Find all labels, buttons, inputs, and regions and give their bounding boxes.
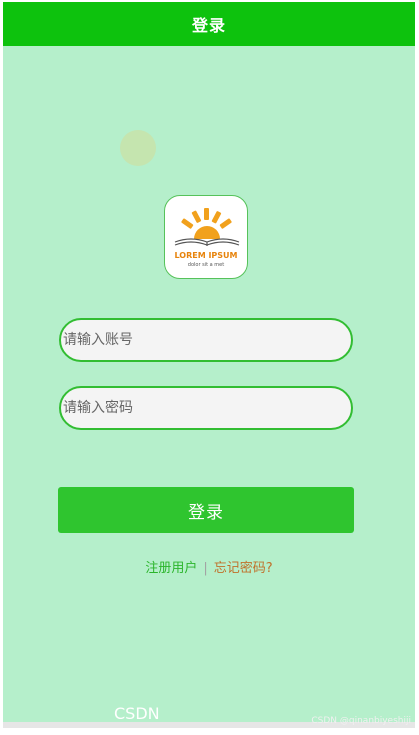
watermark-brand: CSDN [114, 704, 160, 723]
logo-subtext: dolor sit a met [187, 262, 225, 268]
login-button[interactable]: 登录 [58, 487, 354, 533]
username-field-wrapper [59, 318, 353, 362]
auth-links: 注册用户 | 忘记密码? [3, 557, 415, 576]
logo-text: LOREM IPSUM [174, 251, 238, 260]
register-link[interactable]: 注册用户 [145, 561, 197, 576]
watermark-user: CSDN @qinanbiyeshiji [311, 716, 411, 726]
app-screen: 登录 LOREM IPSUM dolor sit a met 登 [3, 2, 415, 722]
link-separator: | [203, 561, 208, 576]
app-logo: LOREM IPSUM dolor sit a met [164, 195, 248, 279]
password-field-wrapper [59, 386, 353, 430]
header-bar: 登录 [3, 2, 415, 46]
forgot-password-link[interactable]: 忘记密码? [214, 561, 273, 576]
password-input[interactable] [61, 388, 351, 428]
username-input[interactable] [61, 320, 351, 360]
page-title: 登录 [191, 16, 226, 35]
decorative-bubble [120, 130, 156, 166]
